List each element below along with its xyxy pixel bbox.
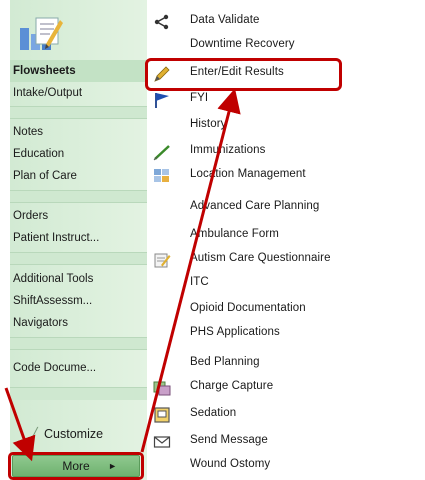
- customize-label: Customize: [44, 427, 104, 441]
- menu-item-phs-applications[interactable]: PHS Applications: [148, 322, 425, 346]
- menu-item-history[interactable]: History: [148, 114, 425, 138]
- syringe-icon: [153, 143, 171, 161]
- menu-item-label: Ambulance Form: [190, 228, 279, 240]
- customize-button[interactable]: ╱ Customize: [30, 424, 140, 446]
- menu-item-opioid-documentation[interactable]: Opioid Documentation: [148, 298, 425, 322]
- sidebar-item-navigators[interactable]: Navigators: [10, 312, 147, 334]
- menu-item-itc[interactable]: ITC: [148, 272, 425, 296]
- menu-item-data-validate[interactable]: Data Validate: [148, 10, 425, 34]
- menu-item-sedation[interactable]: Sedation: [148, 403, 425, 427]
- sidebar-item-intake-output[interactable]: Intake/Output: [10, 82, 147, 104]
- sidebar-item-shift-assessment[interactable]: ShiftAssessm...: [10, 290, 147, 312]
- location-management-icon: [153, 167, 171, 185]
- sidebar-item-notes[interactable]: Notes: [10, 121, 147, 143]
- menu-item-label: Location Management: [190, 168, 306, 180]
- sedation-icon: [153, 406, 171, 424]
- sidebar-item-additional-tools[interactable]: Additional Tools: [10, 268, 147, 290]
- menu-item-label: ITC: [190, 276, 209, 288]
- activity-sidebar: Flowsheets Intake/Output Notes Education…: [10, 0, 147, 480]
- sidebar-separator: [10, 387, 147, 400]
- sidebar-item-patient-instructions[interactable]: Patient Instruct...: [10, 227, 147, 249]
- sidebar-separator: [10, 252, 147, 265]
- share-nodes-icon: [153, 13, 171, 31]
- charge-capture-icon: [153, 379, 171, 397]
- menu-item-bed-planning[interactable]: Bed Planning: [148, 352, 425, 376]
- menu-item-send-message[interactable]: Send Message: [148, 430, 425, 454]
- menu-item-label: Advanced Care Planning: [190, 200, 320, 212]
- menu-item-label: Data Validate: [190, 14, 260, 26]
- menu-item-label: Sedation: [190, 407, 237, 419]
- menu-item-advanced-care-planning[interactable]: Advanced Care Planning: [148, 196, 425, 220]
- customize-wrench-icon: ╱: [30, 427, 38, 442]
- questionnaire-icon: [153, 251, 171, 269]
- sidebar-item-flowsheets[interactable]: Flowsheets: [10, 60, 147, 82]
- highlight-box-enter-edit-results: [145, 58, 342, 91]
- menu-item-label: Autism Care Questionnaire: [190, 252, 331, 264]
- menu-item-label: Opioid Documentation: [190, 302, 306, 314]
- menu-item-label: Send Message: [190, 434, 268, 446]
- sidebar-separator: [10, 106, 147, 119]
- sidebar-separator: [10, 190, 147, 203]
- menu-item-label: Immunizations: [190, 144, 266, 156]
- menu-item-autism-care-questionnaire[interactable]: Autism Care Questionnaire: [148, 248, 425, 272]
- menu-item-wound-ostomy[interactable]: Wound Ostomy: [148, 454, 425, 478]
- sidebar-item-code-documentation[interactable]: Code Docume...: [10, 357, 147, 379]
- sidebar-item-education[interactable]: Education: [10, 143, 147, 165]
- flag-icon: [153, 91, 171, 109]
- sidebar-separator: [10, 337, 147, 350]
- menu-item-label: FYI: [190, 92, 209, 104]
- menu-item-label: Wound Ostomy: [190, 458, 271, 470]
- menu-item-charge-capture[interactable]: Charge Capture: [148, 376, 425, 400]
- menu-item-ambulance-form[interactable]: Ambulance Form: [148, 224, 425, 248]
- menu-item-label: History: [190, 118, 227, 130]
- menu-item-label: Bed Planning: [190, 356, 260, 368]
- menu-item-label: Charge Capture: [190, 380, 274, 392]
- menu-item-immunizations[interactable]: Immunizations: [148, 140, 425, 164]
- sidebar-item-plan-of-care[interactable]: Plan of Care: [10, 165, 147, 187]
- highlight-box-more-button: [8, 452, 144, 480]
- menu-item-label: PHS Applications: [190, 326, 280, 338]
- sidebar-item-orders[interactable]: Orders: [10, 205, 147, 227]
- flowsheet-logo-icon: [20, 17, 63, 50]
- envelope-icon: [153, 433, 171, 451]
- menu-item-location-management[interactable]: Location Management: [148, 164, 425, 188]
- menu-item-label: Downtime Recovery: [190, 38, 295, 50]
- menu-item-downtime-recovery[interactable]: Downtime Recovery: [148, 34, 425, 58]
- menu-item-fyi[interactable]: FYI: [148, 88, 425, 112]
